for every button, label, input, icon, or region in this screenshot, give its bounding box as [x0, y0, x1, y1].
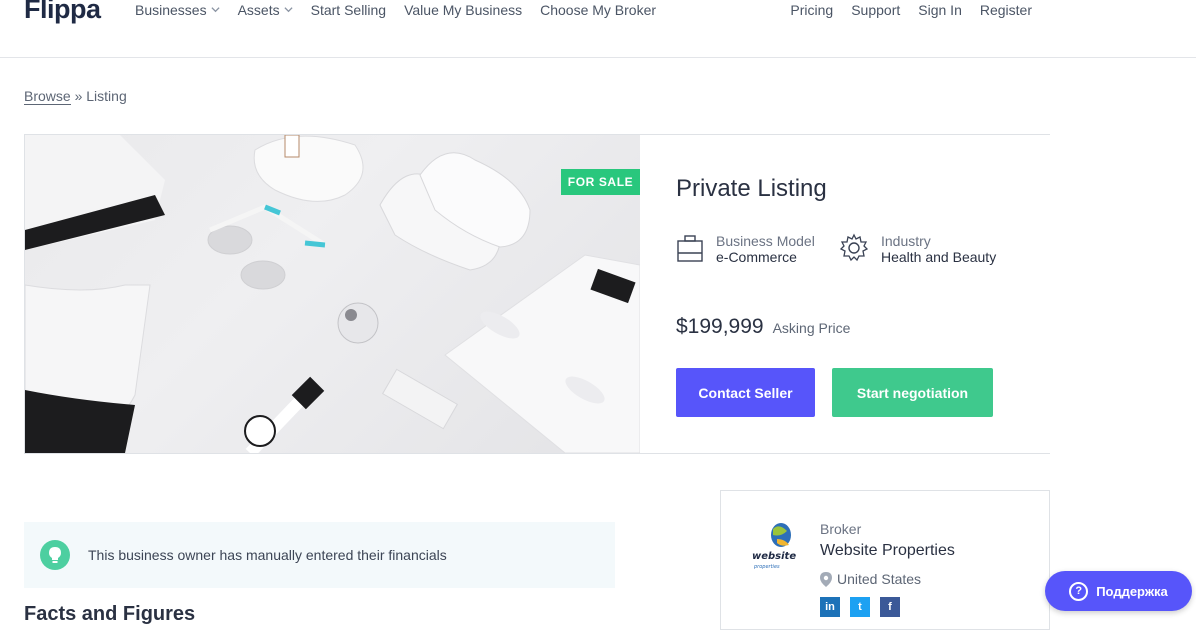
support-chat-button[interactable]: ? Поддержка	[1045, 571, 1192, 611]
breadcrumb: Browse » Listing	[24, 88, 127, 105]
facebook-icon[interactable]: f	[880, 597, 900, 617]
nav-businesses-label: Businesses	[135, 2, 207, 18]
broker-location: United States	[820, 571, 921, 587]
asking-price-value: $199,999	[676, 315, 764, 338]
listing-hero-card: FOR SALE Private Listing Business Model …	[24, 134, 1050, 454]
contact-seller-button[interactable]: Contact Seller	[676, 368, 815, 417]
nav-left: Businesses Assets Start Selling Value My…	[135, 0, 656, 20]
broker-social-links: in t f	[820, 597, 900, 617]
financials-notice: This business owner has manually entered…	[24, 522, 615, 588]
nav-businesses[interactable]: Businesses	[135, 0, 220, 20]
support-label: Поддержка	[1096, 583, 1168, 599]
listing-title: Private Listing	[676, 175, 827, 202]
breadcrumb-current: Listing	[86, 88, 127, 104]
broker-location-text: United States	[837, 571, 922, 587]
gear-icon	[839, 233, 869, 262]
breadcrumb-browse-link[interactable]: Browse	[24, 88, 71, 105]
map-pin-icon	[820, 571, 832, 587]
chevron-down-icon	[211, 6, 220, 12]
industry-meta: Industry Health and Beauty	[839, 233, 996, 265]
listing-photo	[25, 135, 640, 453]
nav-register[interactable]: Register	[980, 0, 1032, 20]
financials-notice-text: This business owner has manually entered…	[88, 547, 447, 563]
nav-pricing[interactable]: Pricing	[790, 0, 833, 20]
for-sale-badge: FOR SALE	[561, 169, 640, 195]
broker-logo: website properties	[752, 523, 796, 570]
lightbulb-icon	[40, 540, 70, 570]
briefcase-icon	[677, 235, 703, 262]
breadcrumb-separator: »	[74, 88, 83, 104]
listing-info-panel: Private Listing Business Model e-Commerc…	[640, 135, 1050, 453]
broker-name[interactable]: Website Properties	[820, 542, 955, 560]
nav-value-my-business[interactable]: Value My Business	[404, 0, 522, 20]
linkedin-icon[interactable]: in	[820, 597, 840, 617]
facts-and-figures-heading: Facts and Figures	[24, 603, 196, 625]
svg-text:website: website	[752, 551, 796, 562]
nav-start-selling[interactable]: Start Selling	[311, 0, 386, 20]
industry-value: Health and Beauty	[881, 249, 997, 265]
nav-support[interactable]: Support	[851, 0, 900, 20]
broker-label: Broker	[820, 521, 862, 537]
price-block: $199,999 Asking Price	[676, 315, 850, 339]
chevron-down-icon	[284, 6, 293, 12]
product-flatlay-illustration	[25, 135, 640, 453]
nav-sign-in[interactable]: Sign In	[918, 0, 962, 20]
business-model-value: e-Commerce	[716, 249, 797, 265]
question-mark-icon: ?	[1069, 581, 1089, 601]
business-model-meta: Business Model e-Commerce	[676, 233, 815, 265]
flippa-logo[interactable]: Flippa	[24, 0, 101, 25]
asking-price-label: Asking Price	[772, 320, 851, 336]
twitter-icon[interactable]: t	[850, 597, 870, 617]
broker-card: website properties Broker Website Proper…	[720, 490, 1050, 630]
top-navigation: Flippa Businesses Assets Start Selling V…	[0, 0, 1196, 58]
nav-assets-label: Assets	[237, 2, 280, 18]
nav-choose-my-broker[interactable]: Choose My Broker	[540, 0, 656, 20]
nav-right: Pricing Support Sign In Register	[790, 0, 1032, 20]
industry-label: Industry	[881, 233, 931, 249]
svg-text:properties: properties	[753, 564, 780, 570]
nav-assets[interactable]: Assets	[238, 0, 293, 20]
business-model-label: Business Model	[716, 233, 815, 249]
start-negotiation-button[interactable]: Start negotiation	[832, 368, 993, 417]
